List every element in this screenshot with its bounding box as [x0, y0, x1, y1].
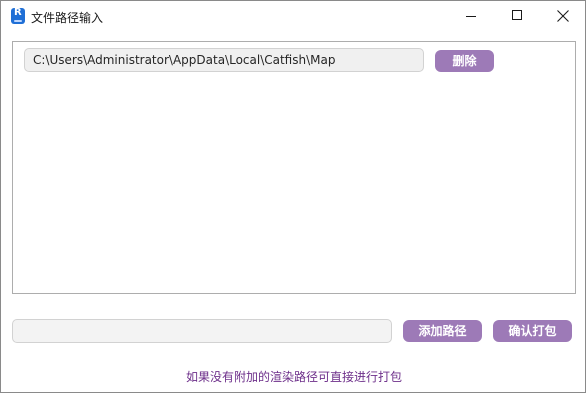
confirm-pack-button[interactable]: 确认打包	[493, 320, 572, 342]
hint-text: 如果没有附加的渲染路径可直接进行打包	[185, 370, 402, 384]
path-input[interactable]	[12, 319, 392, 343]
window-title: 文件路径输入	[31, 11, 104, 25]
path-list-item[interactable]: C:\Users\Administrator\AppData\Local\Cat…	[24, 48, 424, 72]
app-icon: R	[11, 7, 25, 24]
add-path-button[interactable]: 添加路径	[403, 320, 482, 342]
maximize-button[interactable]	[494, 1, 540, 31]
minimize-button[interactable]	[448, 1, 494, 31]
minimize-icon	[466, 16, 476, 17]
close-icon	[557, 10, 569, 22]
path-list: C:\Users\Administrator\AppData\Local\Cat…	[12, 41, 576, 294]
path-list-item-text: C:\Users\Administrator\AppData\Local\Cat…	[33, 53, 336, 67]
close-button[interactable]	[540, 1, 586, 31]
app-window: R 文件路径输入 C:\Users\Administrator\AppData\…	[0, 0, 586, 393]
title-bar: R 文件路径输入	[1, 1, 585, 32]
maximize-icon	[512, 10, 522, 20]
delete-path-button[interactable]: 删除	[435, 50, 494, 72]
